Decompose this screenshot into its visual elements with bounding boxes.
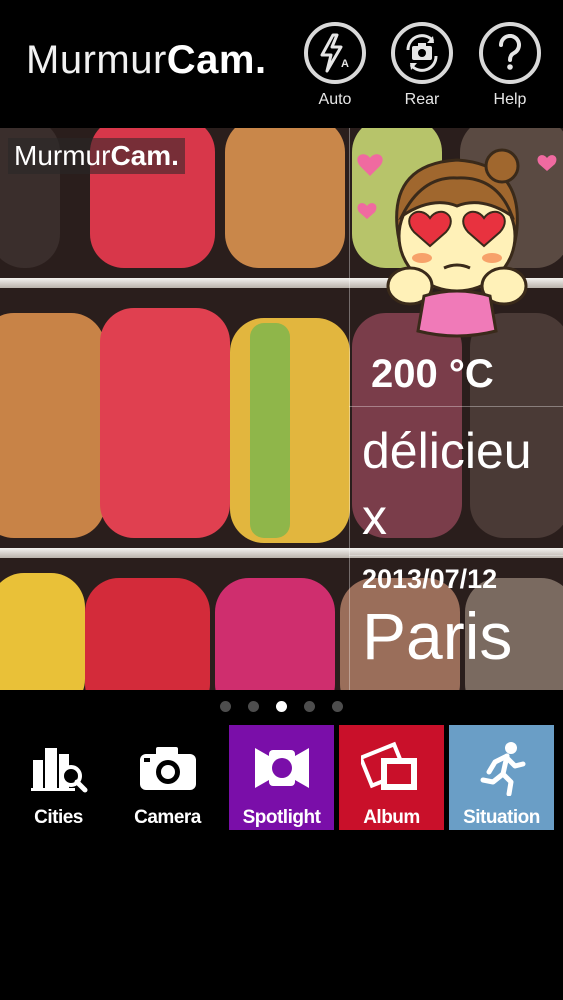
app-header: MurmurCam. A Auto Rear Help <box>0 0 563 128</box>
bottom-menu: Cities Camera Spotlight Album Situation <box>0 725 563 830</box>
menu-camera-label: Camera <box>134 807 201 828</box>
album-icon <box>360 739 423 797</box>
menu-situation-button[interactable]: Situation <box>449 725 554 830</box>
macaron-image <box>230 318 350 543</box>
feeling-label: délicieux <box>362 423 532 545</box>
menu-situation-label: Situation <box>463 807 540 828</box>
page-indicator[interactable] <box>0 701 563 712</box>
running-person-icon <box>477 739 527 797</box>
overlay-divider <box>349 555 563 556</box>
macaron-image <box>0 573 85 690</box>
help-button[interactable]: Help <box>477 22 543 109</box>
date-label: 2013/07/12 <box>362 564 498 594</box>
help-icon <box>479 22 541 84</box>
page-dot[interactable] <box>220 701 231 712</box>
app-logo: MurmurCam. <box>26 38 267 82</box>
macaron-image <box>0 313 105 538</box>
switch-camera-label: Rear <box>404 91 440 108</box>
menu-album-label: Album <box>363 807 420 828</box>
flash-auto-button[interactable]: A Auto <box>302 22 368 109</box>
menu-cities-button[interactable]: Cities <box>6 725 111 830</box>
menu-album-button[interactable]: Album <box>339 725 444 830</box>
menu-spotlight-label: Spotlight <box>242 807 321 828</box>
temperature-label: 200 °C <box>371 352 494 396</box>
overlay-divider <box>349 406 563 407</box>
macaron-image <box>100 308 230 538</box>
overlay-divider <box>349 128 350 690</box>
page-dot[interactable] <box>248 701 259 712</box>
menu-spotlight-button[interactable]: Spotlight <box>229 725 334 830</box>
help-label: Help <box>493 91 527 108</box>
city-label: Paris <box>362 599 513 673</box>
city-search-icon <box>29 739 89 797</box>
flash-auto-label: Auto <box>318 91 352 108</box>
page-dot[interactable] <box>332 701 343 712</box>
macaron-image <box>85 578 210 690</box>
love-girl-sticker-icon <box>357 148 557 338</box>
menu-cities-label: Cities <box>34 807 83 828</box>
page-dot-active[interactable] <box>276 701 287 712</box>
macaron-image <box>215 578 335 690</box>
camera-icon <box>138 739 198 797</box>
macaron-image <box>250 323 290 538</box>
flash-auto-icon: A <box>304 22 366 84</box>
watermark-logo: MurmurCam. <box>8 138 185 174</box>
photo-preview[interactable]: MurmurCam. 200 °C délicieux 2013/07/12 P <box>0 128 563 690</box>
switch-camera-icon <box>391 22 453 84</box>
switch-camera-button[interactable]: Rear <box>389 22 455 109</box>
page-dot[interactable] <box>304 701 315 712</box>
svg-text:A: A <box>341 58 349 70</box>
macaron-image <box>225 128 345 268</box>
menu-camera-button[interactable]: Camera <box>115 725 220 830</box>
spotlight-icon <box>253 739 311 797</box>
